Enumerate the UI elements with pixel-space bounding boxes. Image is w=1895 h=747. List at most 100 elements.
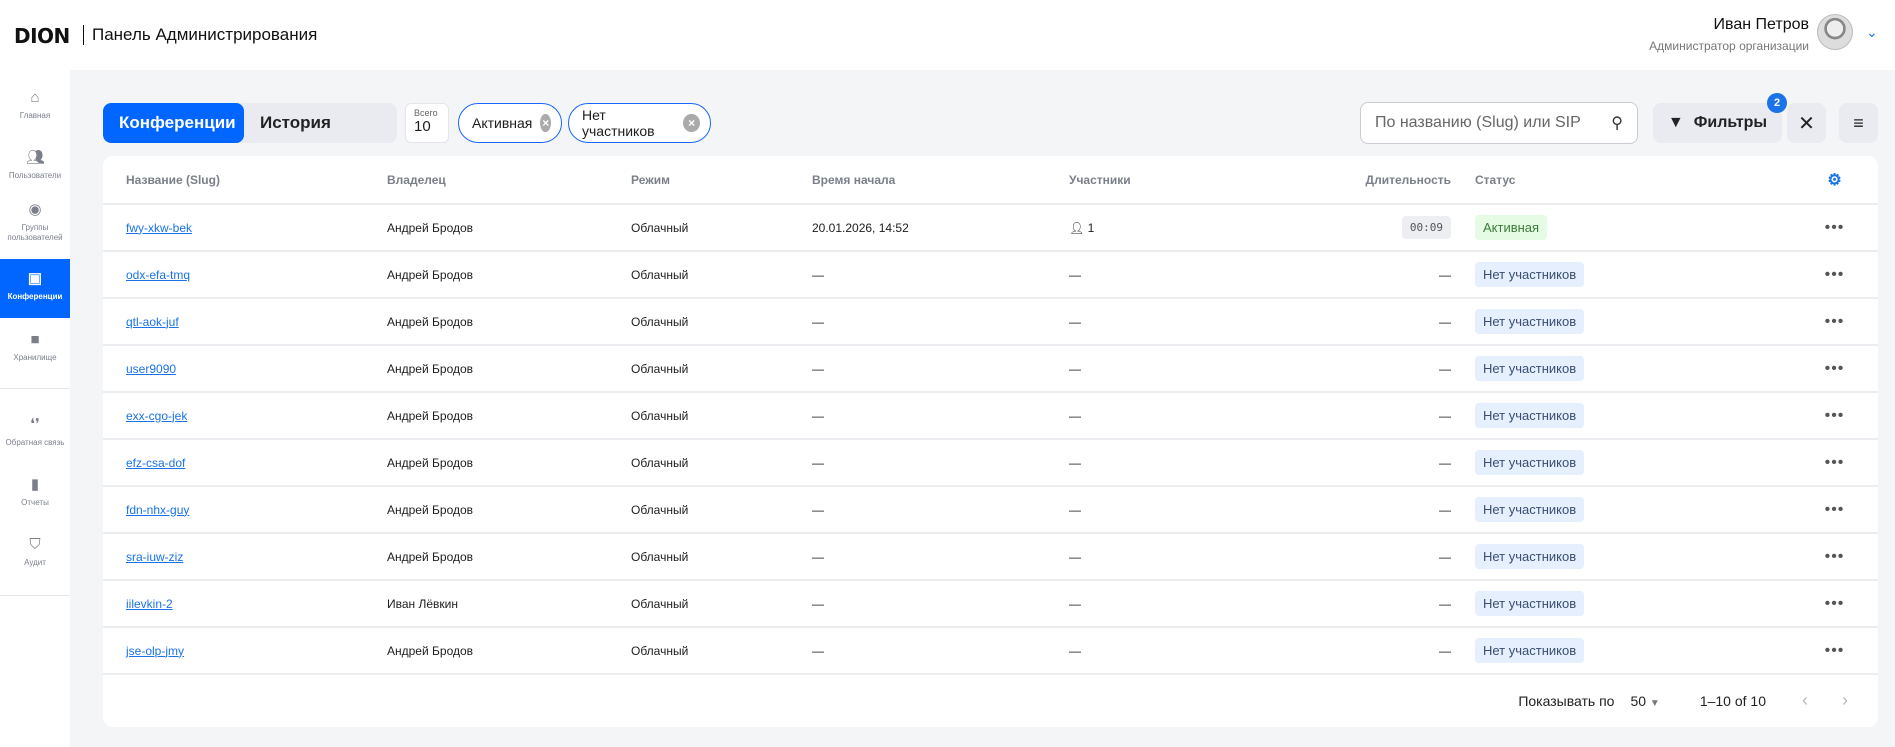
chart-icon: ▮ — [30, 476, 40, 493]
prev-page-button[interactable]: ‹ — [1802, 690, 1808, 711]
sidebar-item-label: Главная — [19, 111, 51, 120]
more-actions-icon[interactable]: ••• — [1791, 298, 1878, 346]
duration-cell: — — [1259, 392, 1451, 440]
search-input[interactable]: По названию (Slug) или SIP ⚲ — [1360, 102, 1638, 144]
conference-slug-link[interactable]: sra-iuw-ziz — [126, 550, 183, 564]
groups-icon: ◉ — [28, 201, 42, 218]
chip-label: Нет участников — [582, 107, 655, 139]
owner-cell: Андрей Бродов — [387, 298, 631, 346]
mode-cell: Облачный — [631, 392, 812, 440]
mode-cell: Облачный — [631, 298, 812, 346]
table-row[interactable]: user9090 Андрей Бродов Облачный — — — Нет учас… — [103, 345, 1878, 393]
mode-cell: Облачный — [631, 627, 812, 675]
clear-filters-button[interactable]: ✕ — [1787, 103, 1826, 143]
filters-button[interactable]: ▼ Фильтры — [1653, 103, 1782, 143]
owner-cell: Андрей Бродов — [387, 345, 631, 393]
caret-down-icon: ▼ — [1649, 697, 1660, 709]
column-header-start[interactable]: Время начала — [812, 156, 1069, 205]
more-actions-icon[interactable]: ••• — [1791, 392, 1878, 440]
conferences-table: Название (Slug) Владелец Режим Время нач… — [103, 156, 1878, 675]
dion-logo[interactable]: DION — [14, 24, 70, 48]
mode-cell: Облачный — [631, 533, 812, 581]
participants-count: 1 — [1087, 220, 1095, 235]
per-page-select[interactable]: 50 ▼ — [1630, 693, 1659, 709]
table-row[interactable]: jse-olp-jmy Андрей Бродов Облачный — — — Нет у… — [103, 627, 1878, 675]
start-time-cell: — — [812, 439, 1069, 487]
column-header-mode[interactable]: Режим — [631, 156, 812, 205]
participants-cell: — — [1069, 251, 1259, 299]
more-actions-icon[interactable]: ••• — [1791, 533, 1878, 581]
total-value: 10 — [414, 118, 431, 135]
status-badge: Нет участников — [1475, 544, 1585, 569]
sidebar-item-storage[interactable]: ■ Хранилище — [0, 332, 70, 363]
table-row[interactable]: fdn-nhx-guy Андрей Бродов Облачный — — — Нет у… — [103, 486, 1878, 534]
mode-cell: Облачный — [631, 486, 812, 534]
chevron-down-icon[interactable]: ⌄ — [1866, 24, 1878, 41]
table-row[interactable]: iilevkin-2 Иван Лёвкин Облачный — — — Нет учас… — [103, 580, 1878, 628]
tab-session-history[interactable]: История сессий — [244, 103, 397, 143]
table-row[interactable]: qtl-aok-juf Андрей Бродов Облачный — — — Нет у… — [103, 298, 1878, 346]
table-row[interactable]: efz-csa-dof Андрей Бродов Облачный — — — Нет у… — [103, 439, 1878, 487]
sidebar-item-reports[interactable]: ▮ Отчеты — [0, 477, 70, 508]
divider — [0, 595, 70, 596]
conference-slug-link[interactable]: fwy-xkw-bek — [126, 221, 192, 235]
sidebar-item-feedback[interactable]: ❛❜ Обратная связь — [0, 417, 70, 448]
status-badge: Нет участников — [1475, 638, 1585, 663]
avatar[interactable] — [1817, 14, 1853, 50]
column-header-owner[interactable]: Владелец — [387, 156, 631, 205]
sidebar-item-users[interactable]: 👥︎ Пользователи — [0, 150, 70, 181]
table-row[interactable]: odx-efa-tmq Андрей Бродов Облачный — — — Нет у… — [103, 251, 1878, 299]
audit-icon: ⛉ — [29, 536, 41, 553]
sidebar-item-audit[interactable]: ⛉ Аудит — [0, 537, 70, 568]
conference-slug-link[interactable]: user9090 — [126, 362, 176, 376]
conference-slug-link[interactable]: jse-olp-jmy — [126, 644, 184, 658]
owner-cell: Андрей Бродов — [387, 439, 631, 487]
start-time-cell: — — [812, 627, 1069, 675]
sidebar-item-home[interactable]: ⌂ Главная — [0, 90, 70, 121]
sidebar-item-groups[interactable]: ◉ Группы пользователей — [0, 202, 70, 243]
status-badge: Нет участников — [1475, 356, 1585, 381]
conference-slug-link[interactable]: exx-cgo-jek — [126, 409, 187, 423]
duration-cell: — — [1259, 439, 1451, 487]
table-row[interactable]: exx-cgo-jek Андрей Бродов Облачный — — — Нет у… — [103, 392, 1878, 440]
more-actions-icon[interactable]: ••• — [1791, 627, 1878, 675]
status-badge: Нет участников — [1475, 497, 1585, 522]
user-icon: 👤︎ — [1069, 220, 1085, 235]
participants-cell: — — [1069, 392, 1259, 440]
table-row[interactable]: fwy-xkw-bek Андрей Бродов Облачный 20.01.20… — [103, 204, 1878, 252]
conference-slug-link[interactable]: odx-efa-tmq — [126, 268, 190, 282]
participants-cell: — — [1069, 298, 1259, 346]
tab-conferences[interactable]: Конференции — [103, 103, 244, 143]
filter-chip-no-participants[interactable]: Нет участников × — [568, 103, 711, 143]
chip-label: Активная — [472, 115, 533, 131]
column-settings-icon[interactable]: ⚙ — [1791, 156, 1878, 205]
status-badge: Нет участников — [1475, 309, 1585, 334]
more-actions-icon[interactable]: ••• — [1791, 439, 1878, 487]
per-page-value: 50 — [1630, 692, 1647, 709]
column-header-duration[interactable]: Длительность — [1259, 156, 1451, 205]
close-icon[interactable]: × — [683, 114, 700, 132]
column-header-status[interactable]: Статус — [1451, 156, 1791, 205]
column-header-participants[interactable]: Участники — [1069, 156, 1259, 205]
filter-chip-active[interactable]: Активная × — [458, 103, 562, 143]
table-row[interactable]: sra-iuw-ziz Андрей Бродов Облачный — — — Нет у… — [103, 533, 1878, 581]
close-icon[interactable]: × — [540, 114, 551, 132]
next-page-button[interactable]: › — [1842, 690, 1848, 711]
conference-slug-link[interactable]: qtl-aok-juf — [126, 315, 179, 329]
more-actions-icon[interactable]: ••• — [1791, 580, 1878, 628]
conference-slug-link[interactable]: iilevkin-2 — [126, 597, 173, 611]
more-actions-icon[interactable]: ••• — [1791, 345, 1878, 393]
conference-slug-link[interactable]: efz-csa-dof — [126, 456, 185, 470]
sidebar-item-conferences[interactable]: ▣ Конференции — [0, 259, 70, 318]
conference-slug-link[interactable]: fdn-nhx-guy — [126, 503, 189, 517]
more-actions-icon[interactable]: ••• — [1791, 251, 1878, 299]
owner-cell: Андрей Бродов — [387, 533, 631, 581]
user-name[interactable]: Иван Петров — [1714, 16, 1810, 34]
search-icon[interactable]: ⚲ — [1611, 113, 1623, 133]
column-header-name[interactable]: Название (Slug) — [103, 156, 387, 205]
sort-button[interactable]: ≡ — [1839, 103, 1878, 143]
more-actions-icon[interactable]: ••• — [1791, 204, 1878, 252]
owner-cell: Андрей Бродов — [387, 392, 631, 440]
more-actions-icon[interactable]: ••• — [1791, 486, 1878, 534]
home-icon: ⌂ — [30, 89, 40, 106]
